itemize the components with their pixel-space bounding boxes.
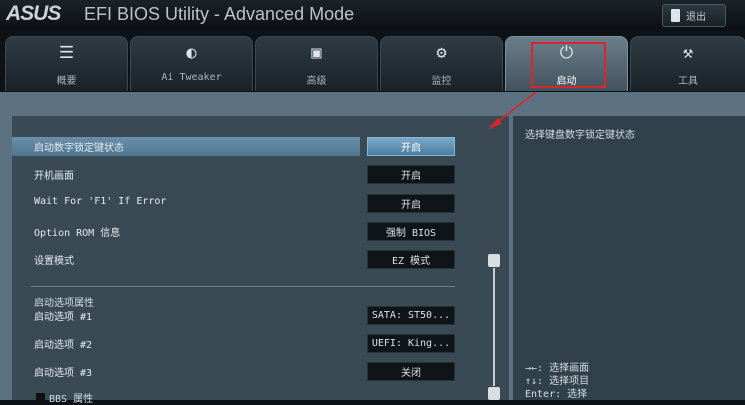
- setting-label: 启动选项 #2: [34, 340, 93, 351]
- setting-label: 开机画面: [34, 171, 74, 182]
- hotkey-select-item: ↑↓: 选择项目: [525, 376, 590, 387]
- setting-value-option-rom[interactable]: 强制 BIOS: [367, 222, 455, 241]
- hotkey-select-screen: →←: 选择画面: [525, 363, 590, 374]
- setting-value-boot-logo[interactable]: 开启: [367, 165, 455, 184]
- scroll-down-icon[interactable]: [488, 387, 500, 400]
- scroll-up-icon[interactable]: [488, 254, 500, 267]
- hotkey-legend: →←: 选择画面 ↑↓: 选择项目 Enter: 选择: [525, 362, 589, 401]
- scroll-track[interactable]: [493, 268, 495, 386]
- boot-option-1-value[interactable]: SATA: ST50...: [367, 306, 455, 325]
- setting-label: 启动数字锁定键状态: [34, 143, 124, 154]
- setting-label: Wait For 'F1' If Error: [34, 196, 167, 207]
- setting-row-wait-f1[interactable]: Wait For 'F1' If Error: [12, 194, 360, 213]
- setting-value-wait-f1[interactable]: 开启: [367, 194, 455, 213]
- scrollbar[interactable]: [488, 254, 500, 400]
- setting-label: 设置模式: [34, 256, 74, 267]
- boot-option-2-row[interactable]: 启动选项 #2: [12, 334, 360, 353]
- bbs-priority-item[interactable]: BBS 属性: [36, 390, 93, 405]
- boot-option-3-value[interactable]: 关闭: [367, 362, 455, 381]
- boot-option-2-value[interactable]: UEFI: King...: [367, 334, 455, 353]
- help-description: 选择键盘数字锁定键状态: [525, 130, 635, 141]
- setting-row-boot-logo[interactable]: 开机画面: [12, 165, 360, 184]
- setting-row-option-rom[interactable]: Option ROM 信息: [12, 222, 360, 241]
- setting-value-numlock[interactable]: 开启: [367, 137, 455, 156]
- boot-option-3-row[interactable]: 启动选项 #3: [12, 362, 360, 381]
- section-divider: [31, 286, 455, 287]
- setting-row-setup-mode[interactable]: 设置模式: [12, 250, 360, 269]
- hotkey-enter: Enter: 选择: [525, 389, 588, 400]
- setting-label: 启动选项 #3: [34, 368, 93, 379]
- setting-label: Option ROM 信息: [34, 228, 121, 239]
- setting-value-setup-mode[interactable]: EZ 模式: [367, 250, 455, 269]
- setting-row-numlock[interactable]: 启动数字锁定键状态: [12, 137, 360, 156]
- boot-option-1-row[interactable]: 启动选项 #1: [12, 306, 360, 325]
- submenu-arrow-icon: [36, 393, 45, 402]
- setting-label: 启动选项 #1: [34, 312, 93, 323]
